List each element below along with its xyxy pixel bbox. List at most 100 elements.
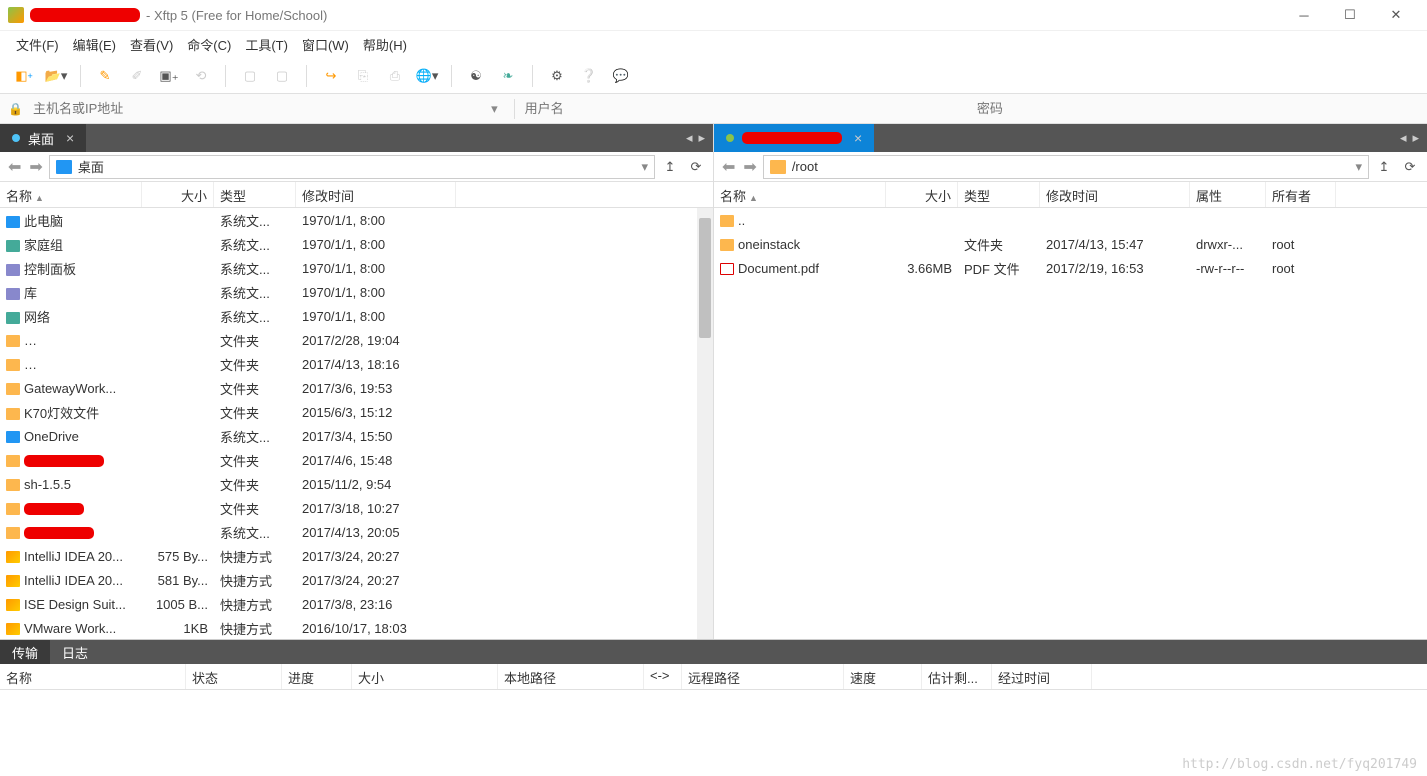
remote-path-input[interactable]: /root ▾ [763, 155, 1369, 179]
scrollbar[interactable] [697, 208, 713, 639]
column-header[interactable]: 名称▲ [0, 182, 142, 207]
file-row[interactable]: sh-1.5.5文件夹2015/11/2, 9:54 [0, 472, 713, 496]
transfer-column[interactable]: 经过时间 [992, 664, 1092, 689]
column-header[interactable]: 所有者 [1266, 182, 1336, 207]
path-dropdown-icon[interactable]: ▾ [641, 159, 648, 175]
menu-item[interactable]: 查看(V) [130, 35, 173, 54]
bottom-tab[interactable]: 传输 [0, 640, 50, 664]
file-row[interactable]: .. [714, 208, 1427, 232]
file-row[interactable]: IntelliJ IDEA 20...575 By...快捷方式2017/3/2… [0, 544, 713, 568]
transfer-column[interactable]: <-> [644, 664, 682, 689]
file-row[interactable]: 控制面板系统文...1970/1/1, 8:00 [0, 256, 713, 280]
reconnect-icon[interactable]: ⟲ [189, 64, 213, 88]
tab-prev-icon[interactable]: ◂ [686, 130, 693, 146]
transfer-column[interactable]: 进度 [282, 664, 352, 689]
file-row[interactable]: 此电脑系统文...1970/1/1, 8:00 [0, 208, 713, 232]
globe-icon[interactable]: 🌐▾ [415, 64, 439, 88]
file-row[interactable]: GatewayWork...文件夹2017/3/6, 19:53 [0, 376, 713, 400]
password-input[interactable] [977, 101, 1419, 116]
transfer-column[interactable]: 大小 [352, 664, 498, 689]
file-row[interactable]: IntelliJ IDEA 20...581 By...快捷方式2017/3/2… [0, 568, 713, 592]
menu-item[interactable]: 文件(F) [16, 35, 59, 54]
open-icon[interactable]: 📂▾ [44, 64, 68, 88]
back-icon[interactable]: ⬅ [6, 157, 23, 177]
new-window-icon[interactable]: ▢ [238, 64, 262, 88]
edit-icon[interactable]: ✎ [93, 64, 117, 88]
transfer-column[interactable]: 远程路径 [682, 664, 844, 689]
column-header[interactable]: 名称▲ [714, 182, 886, 207]
file-row[interactable]: K70灯效文件文件夹2015/6/3, 15:12 [0, 400, 713, 424]
file-row[interactable]: ISE Design Suit...1005 B...快捷方式2017/3/8,… [0, 592, 713, 616]
brush-icon[interactable]: ✐ [125, 64, 149, 88]
file-row[interactable]: Document.pdf3.66MBPDF 文件2017/2/19, 16:53… [714, 256, 1427, 280]
file-row[interactable]: OneDrive系统文...2017/3/4, 15:50 [0, 424, 713, 448]
menu-item[interactable]: 窗口(W) [302, 35, 349, 54]
file-row[interactable]: 系统文...2017/4/13, 20:05 [0, 520, 713, 544]
refresh-icon[interactable]: ⟳ [685, 156, 707, 178]
column-header[interactable]: 类型 [958, 182, 1040, 207]
transfer-column[interactable]: 估计剩... [922, 664, 992, 689]
file-row[interactable]: 家庭组系统文...1970/1/1, 8:00 [0, 232, 713, 256]
local-file-grid[interactable]: 名称▲大小类型修改时间 此电脑系统文...1970/1/1, 8:00家庭组系统… [0, 182, 713, 639]
paste-icon[interactable]: ⎙ [383, 64, 407, 88]
leaf-icon[interactable]: ❧ [496, 64, 520, 88]
forward-icon[interactable]: ➡ [741, 157, 758, 177]
host-dropdown[interactable]: ▾ [485, 101, 504, 117]
file-row[interactable]: 文件夹2017/3/18, 10:27 [0, 496, 713, 520]
forward-icon[interactable]: ➡ [27, 157, 44, 177]
quick-connect-icon[interactable]: ▣₊ [157, 64, 181, 88]
up-icon[interactable]: ↥ [1373, 156, 1395, 178]
transfer-column[interactable]: 状态 [186, 664, 282, 689]
close-tab-icon[interactable]: × [854, 130, 862, 146]
close-button[interactable]: ✕ [1373, 0, 1419, 30]
tab-prev-icon[interactable]: ◂ [1400, 130, 1407, 146]
file-row[interactable]: oneinstack文件夹2017/4/13, 15:47drwxr-...ro… [714, 232, 1427, 256]
new-session-icon[interactable]: ◧+ [12, 64, 36, 88]
file-row[interactable]: VMware Work...1KB快捷方式2016/10/17, 18:03 [0, 616, 713, 639]
bottom-tab[interactable]: 日志 [50, 640, 100, 664]
transfer-column[interactable]: 速度 [844, 664, 922, 689]
redacted-host [742, 132, 842, 144]
column-header[interactable]: 类型 [214, 182, 296, 207]
file-row[interactable]: 文件夹2017/2/28, 19:04 [0, 328, 713, 352]
transfer-header: 名称状态进度大小本地路径<->远程路径速度估计剩...经过时间 [0, 664, 1427, 690]
username-input[interactable] [525, 101, 967, 116]
remote-tab[interactable]: × [714, 124, 874, 152]
transfer-column[interactable]: 名称 [0, 664, 186, 689]
new-tab-icon[interactable]: ▢ [270, 64, 294, 88]
minimize-button[interactable]: ─ [1281, 0, 1327, 30]
file-row[interactable]: 文件夹2017/4/13, 18:16 [0, 352, 713, 376]
menu-item[interactable]: 命令(C) [187, 35, 231, 54]
file-row[interactable]: 库系统文...1970/1/1, 8:00 [0, 280, 713, 304]
help-icon[interactable]: ❔ [577, 64, 601, 88]
column-header[interactable]: 大小 [142, 182, 214, 207]
remote-file-grid[interactable]: 名称▲大小类型修改时间属性所有者 ..oneinstack文件夹2017/4/1… [714, 182, 1427, 639]
tab-next-icon[interactable]: ▸ [1412, 130, 1419, 146]
copy-icon[interactable]: ⎘ [351, 64, 375, 88]
up-icon[interactable]: ↥ [659, 156, 681, 178]
transfer-column[interactable]: 本地路径 [498, 664, 644, 689]
maximize-button[interactable]: ☐ [1327, 0, 1373, 30]
chat-icon[interactable]: 💬 [609, 64, 633, 88]
local-tab[interactable]: 桌面 × [0, 124, 86, 152]
menu-item[interactable]: 帮助(H) [363, 35, 407, 54]
column-header[interactable]: 属性 [1190, 182, 1266, 207]
local-path-input[interactable]: 桌面 ▾ [49, 155, 655, 179]
path-dropdown-icon[interactable]: ▾ [1355, 159, 1362, 175]
scroll-thumb[interactable] [699, 218, 711, 338]
file-row[interactable]: 文件夹2017/4/6, 15:48 [0, 448, 713, 472]
transfer-icon[interactable]: ↪ [319, 64, 343, 88]
settings-icon[interactable]: ⚙ [545, 64, 569, 88]
host-input[interactable] [33, 101, 475, 116]
menu-item[interactable]: 编辑(E) [73, 35, 116, 54]
column-header[interactable]: 修改时间 [1040, 182, 1190, 207]
file-row[interactable]: 网络系统文...1970/1/1, 8:00 [0, 304, 713, 328]
column-header[interactable]: 大小 [886, 182, 958, 207]
menu-item[interactable]: 工具(T) [245, 35, 288, 54]
sync-icon[interactable]: ☯ [464, 64, 488, 88]
column-header[interactable]: 修改时间 [296, 182, 456, 207]
back-icon[interactable]: ⬅ [720, 157, 737, 177]
refresh-icon[interactable]: ⟳ [1399, 156, 1421, 178]
close-tab-icon[interactable]: × [66, 130, 74, 146]
tab-next-icon[interactable]: ▸ [698, 130, 705, 146]
